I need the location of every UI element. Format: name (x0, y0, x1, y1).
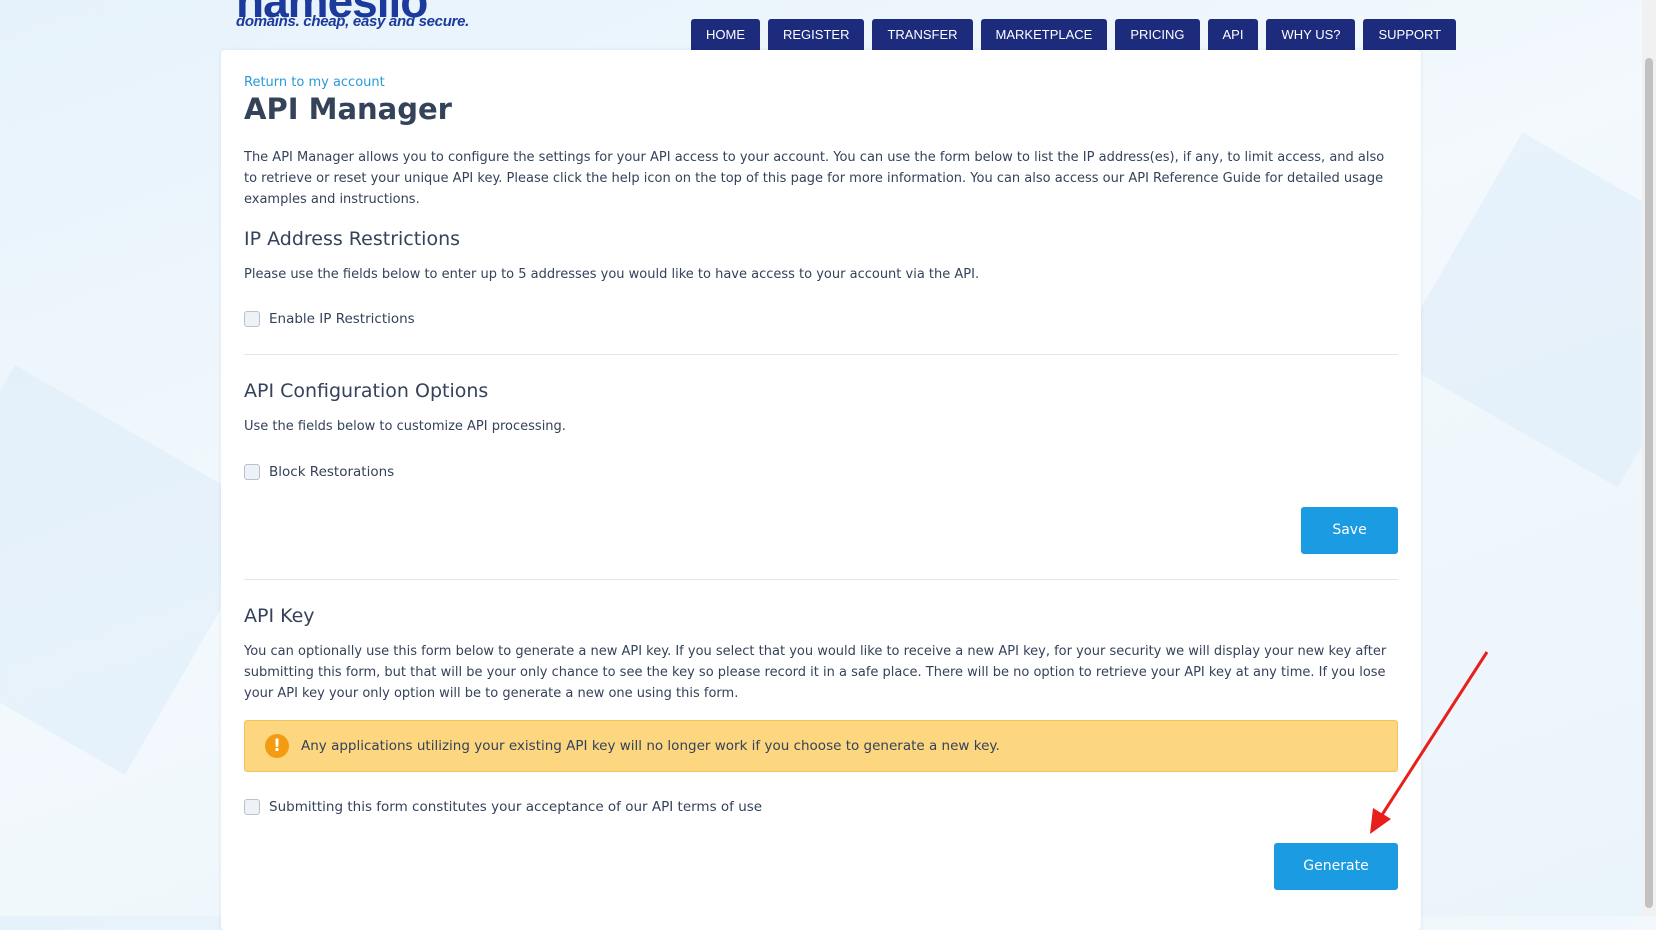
annotation-arrow-head (1370, 808, 1391, 834)
annotation-arrow-shaft (1378, 651, 1489, 819)
annotation-arrow (1370, 651, 1489, 834)
page-scrollbar[interactable] (1642, 0, 1656, 916)
scrollbar-thumb[interactable] (1645, 58, 1653, 908)
